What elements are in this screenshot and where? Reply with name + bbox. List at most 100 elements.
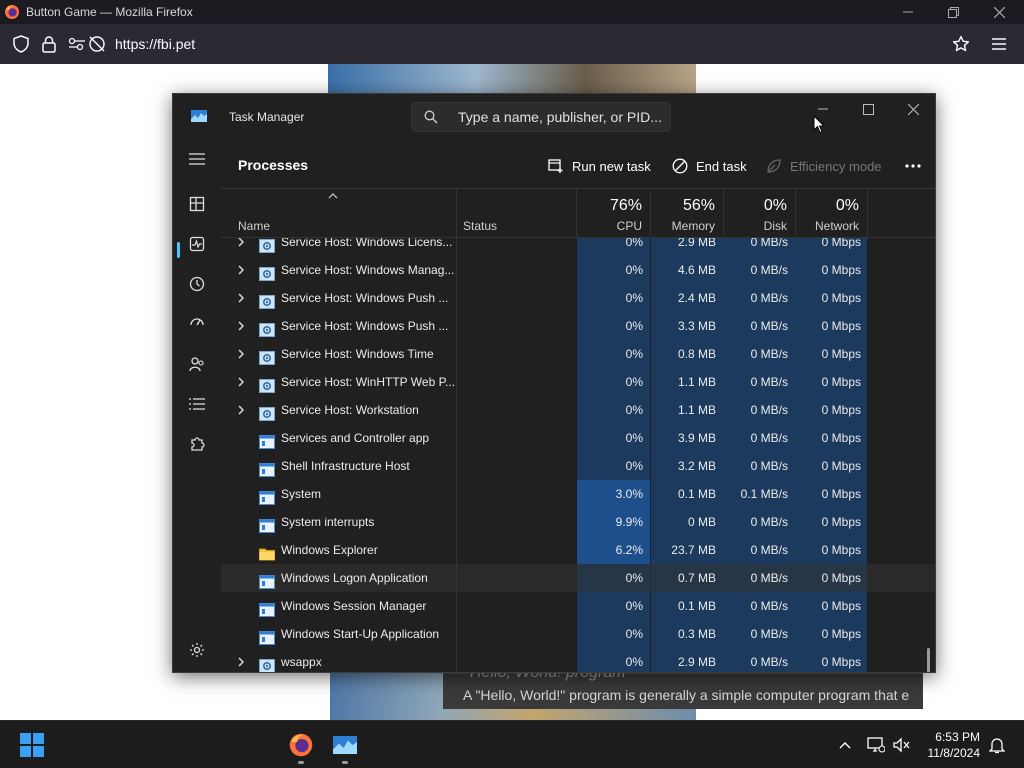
process-row[interactable]: Service Host: Windows Licens... 0% 2.9 MB 0…: [221, 238, 935, 256]
nav-menu-button[interactable]: [186, 148, 208, 170]
process-row[interactable]: Shell Infrastructure Host 0% 3.2 MB 0 MB/s 0…: [221, 452, 935, 480]
column-memory[interactable]: 56% Memory: [651, 189, 723, 237]
nav-settings[interactable]: [186, 639, 208, 661]
process-cpu: 0%: [625, 431, 643, 445]
nav-startup-apps[interactable]: [186, 313, 208, 335]
expand-chevron-icon[interactable]: [237, 312, 251, 340]
clock-time[interactable]: 6:53 PM: [932, 730, 980, 744]
windows-logo-icon: [20, 733, 44, 757]
firefox-icon: [5, 5, 19, 19]
more-options-button[interactable]: [901, 154, 925, 178]
expand-chevron-icon[interactable]: [237, 256, 251, 284]
scrollbar-thumb[interactable]: [927, 648, 930, 672]
volume-button[interactable]: [888, 731, 916, 759]
run-new-task-button[interactable]: Run new task: [548, 150, 651, 182]
process-name: System: [281, 487, 322, 501]
nav-app-history[interactable]: [186, 273, 208, 295]
permissions-icon[interactable]: [67, 34, 87, 54]
process-name: Windows Explorer: [281, 543, 378, 557]
process-row[interactable]: System 3.0% 0.1 MB 0.1 MB/s 0 Mbps: [221, 480, 935, 508]
process-row[interactable]: Windows Explorer 6.2% 23.7 MB 0 MB/s 0 Mbps: [221, 536, 935, 564]
browser-minimize-button[interactable]: [885, 0, 931, 24]
services-puzzle-icon: [191, 437, 205, 451]
process-row[interactable]: Service Host: Windows Manag... 0% 4.6 MB 0 …: [221, 256, 935, 284]
process-disk: 0 MB/s: [750, 571, 788, 585]
hamburger-menu-icon[interactable]: [989, 34, 1009, 54]
nav-users[interactable]: [186, 353, 208, 375]
column-name[interactable]: Name: [221, 189, 456, 237]
process-memory: 0.1 MB: [677, 599, 716, 613]
search-input[interactable]: [458, 103, 666, 131]
expand-chevron-icon[interactable]: [237, 284, 251, 312]
process-network: 0 Mbps: [821, 291, 861, 305]
column-cpu[interactable]: 76% CPU: [577, 189, 650, 237]
bookmark-star-icon[interactable]: [951, 34, 971, 54]
process-row[interactable]: Windows Logon Application 0% 0.7 MB 0 MB/s 0…: [221, 564, 935, 592]
notifications-button[interactable]: [983, 731, 1011, 759]
end-task-button[interactable]: End task: [672, 150, 747, 182]
nav-performance[interactable]: [186, 233, 208, 255]
taskbar-task-manager[interactable]: [331, 731, 359, 759]
nav-details[interactable]: [186, 393, 208, 415]
process-disk: 0 MB/s: [750, 347, 788, 361]
clock-date[interactable]: 11/8/2024: [920, 746, 981, 760]
process-name: Shell Infrastructure Host: [281, 459, 410, 473]
taskbar-firefox[interactable]: [287, 731, 315, 759]
column-network[interactable]: 0% Network: [795, 189, 867, 237]
process-disk: 0.1 MB/s: [740, 487, 788, 501]
column-name-label: Name: [238, 219, 271, 233]
expand-chevron-icon[interactable]: [237, 368, 251, 396]
process-memory: 23.7 MB: [671, 543, 716, 557]
process-cpu: 0%: [625, 263, 643, 277]
lock-icon[interactable]: [39, 34, 59, 54]
gear-icon: [259, 319, 275, 337]
process-name: Service Host: Windows Licens...: [281, 238, 453, 249]
process-row[interactable]: Services and Controller app 0% 3.9 MB 0 MB/…: [221, 424, 935, 452]
expand-chevron-icon[interactable]: [237, 648, 251, 672]
run-task-icon: [548, 159, 563, 173]
tracking-protection-icon[interactable]: [87, 34, 107, 54]
network-status-button[interactable]: [862, 731, 890, 759]
process-row[interactable]: Service Host: WinHTTP Web P... 0% 1.1 MB 0 …: [221, 368, 935, 396]
process-row[interactable]: Service Host: Windows Time 0% 0.8 MB 0 MB/s…: [221, 340, 935, 368]
process-disk: 0 MB/s: [750, 238, 788, 249]
process-network: 0 Mbps: [821, 599, 861, 613]
process-row[interactable]: Service Host: Workstation 0% 1.1 MB 0 MB/s 0…: [221, 396, 935, 424]
process-memory: 3.9 MB: [677, 431, 716, 445]
efficiency-mode-button[interactable]: Efficiency mode: [766, 150, 882, 182]
task-manager-window: Task Manager Type a name, publisher, or …: [172, 93, 936, 673]
url-bar[interactable]: https://fbi.pet: [115, 36, 195, 52]
process-name: wsappx: [281, 655, 322, 669]
expand-chevron-icon[interactable]: [237, 340, 251, 368]
expand-chevron-icon[interactable]: [237, 396, 251, 424]
tm-maximize-button[interactable]: [845, 94, 891, 124]
process-network: 0 Mbps: [821, 375, 861, 389]
process-search-box[interactable]: [411, 102, 671, 132]
process-cpu: 0%: [625, 459, 643, 473]
tm-close-button[interactable]: [890, 94, 935, 124]
start-button[interactable]: [18, 731, 46, 759]
column-status[interactable]: Status: [457, 189, 577, 237]
process-cpu: 0%: [625, 655, 643, 669]
running-indicator: [298, 761, 304, 764]
process-row[interactable]: Service Host: Windows Push ... 0% 3.3 MB 0 …: [221, 312, 935, 340]
nav-services[interactable]: [186, 433, 208, 455]
column-disk[interactable]: 0% Disk: [723, 189, 795, 237]
process-row[interactable]: Windows Session Manager 0% 0.1 MB 0 MB/s 0 M…: [221, 592, 935, 620]
task-manager-title: Task Manager: [229, 110, 305, 124]
process-row[interactable]: Service Host: Windows Push ... 0% 2.4 MB 0 …: [221, 284, 935, 312]
process-row[interactable]: Windows Start-Up Application 0% 0.3 MB 0 MB…: [221, 620, 935, 648]
show-hidden-icons-button[interactable]: [831, 731, 859, 759]
expand-chevron-icon[interactable]: [237, 238, 251, 256]
gear-icon: [259, 263, 275, 281]
browser-close-button[interactable]: [976, 0, 1022, 24]
browser-restore-button[interactable]: [930, 0, 976, 24]
shield-icon[interactable]: [11, 34, 31, 54]
process-memory: 3.2 MB: [677, 459, 716, 473]
process-network: 0 Mbps: [821, 627, 861, 641]
process-row[interactable]: wsappx 0% 2.9 MB 0 MB/s 0 Mbps: [221, 648, 935, 672]
history-icon: [189, 276, 205, 292]
performance-icon: [189, 236, 205, 252]
nav-processes[interactable]: [186, 193, 208, 215]
process-row[interactable]: System interrupts 9.9% 0 MB 0 MB/s 0 Mbps: [221, 508, 935, 536]
